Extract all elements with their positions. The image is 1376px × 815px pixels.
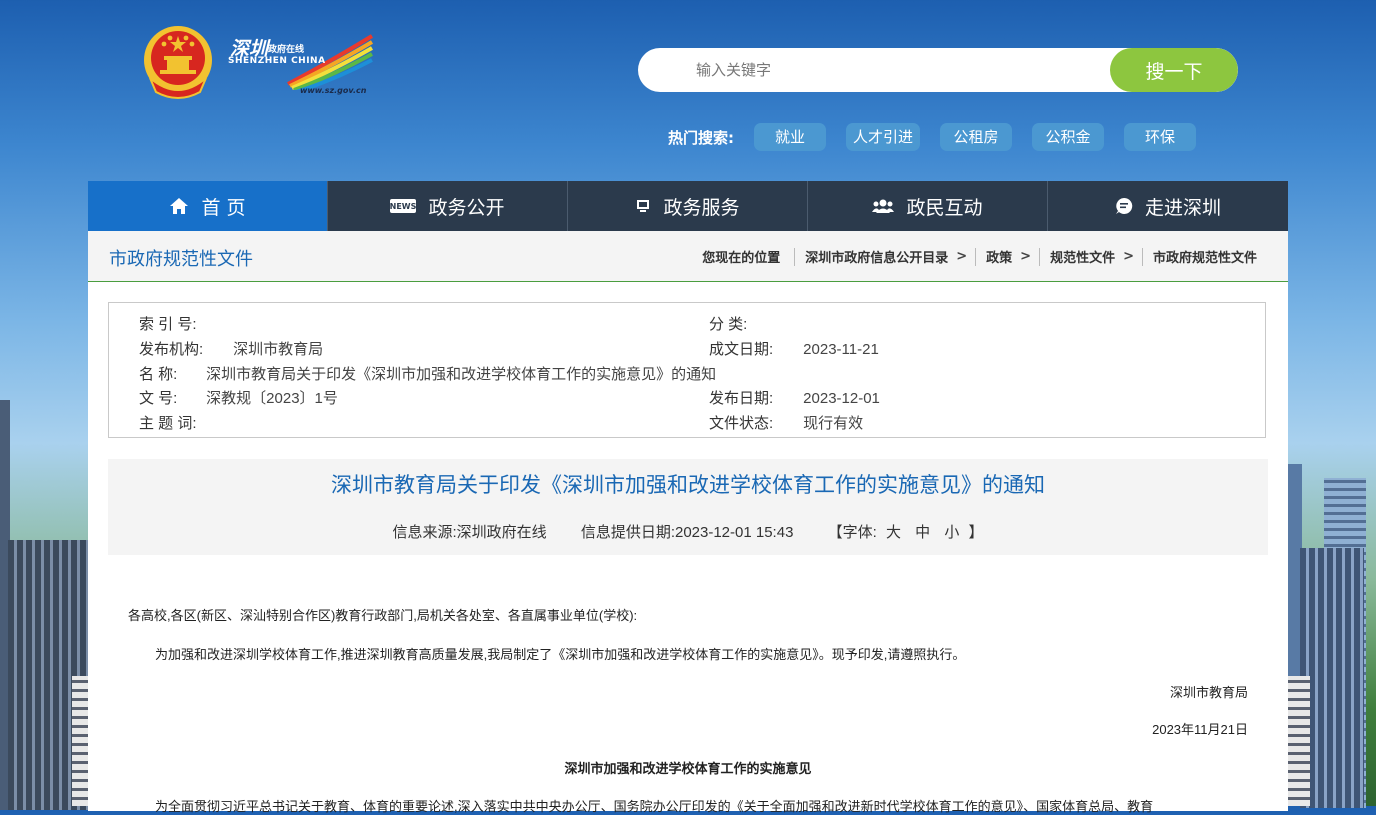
meta-value: 深圳市教育局 <box>233 341 324 358</box>
document-info: 信息来源:深圳政府在线 信息提供日期:2023-12-01 15:43 【字体:… <box>108 521 1268 542</box>
meta-label: 分 类: <box>709 316 748 333</box>
meta-row-subject: 主 题 词: <box>139 412 201 433</box>
meta-label: 成文日期: <box>709 341 774 358</box>
hot-tag-jobs[interactable]: 就业 <box>754 123 826 151</box>
nav-citizen-interaction[interactable]: 政民互动 <box>808 181 1048 231</box>
breadcrumb-separator: > <box>956 249 968 264</box>
breadcrumb-bar: 市政府规范性文件 您现在的位置 深圳市政府信息公开目录 > 政策 > 规范性文件… <box>88 231 1288 282</box>
content-page: 市政府规范性文件 您现在的位置 深圳市政府信息公开目录 > 政策 > 规范性文件… <box>88 231 1288 814</box>
nav-gov-affairs-open-label: 政务公开 <box>428 196 505 219</box>
shenzhen-gov-logo[interactable]: 深圳 政府在线 SHENZHEN CHINA www.sz.gov.cn <box>226 30 376 98</box>
meta-row-status: 文件状态: 现行有效 <box>709 412 863 433</box>
nav-gov-services[interactable]: 政务服务 <box>568 181 808 231</box>
breadcrumb: 您现在的位置 深圳市政府信息公开目录 > 政策 > 规范性文件 > 市政府规范性… <box>702 247 1257 266</box>
meta-value: 2023-11-21 <box>803 341 879 358</box>
background-building <box>1288 676 1310 806</box>
search-box: 搜一下 <box>638 48 1238 92</box>
main-nav: 首 页 NEWS 政务公开 政务服务 政民互动 走进深圳 <box>88 181 1288 231</box>
nav-about-shenzhen[interactable]: 走进深圳 <box>1048 181 1288 231</box>
sign-date: 2023年11月21日 <box>1152 722 1248 737</box>
section-title: 市政府规范性文件 <box>109 249 253 270</box>
nav-citizen-interaction-label: 政民互动 <box>906 196 983 219</box>
font-size-medium[interactable]: 中 <box>915 524 930 541</box>
divider <box>794 247 796 266</box>
svg-text:NEWS: NEWS <box>390 202 416 211</box>
divider <box>1141 247 1143 266</box>
search-input[interactable] <box>696 48 1096 92</box>
font-size-large[interactable]: 大 <box>886 524 901 541</box>
meta-label: 索 引 号: <box>139 316 197 333</box>
breadcrumb-item[interactable]: 政策 <box>986 247 1012 266</box>
hot-search-bar: 热门搜索: 就业 人才引进 公租房 公积金 环保 <box>668 122 1216 152</box>
nav-about-shenzhen-label: 走进深圳 <box>1144 196 1221 219</box>
divider <box>975 247 977 266</box>
paragraph-main: 为加强和改进深圳学校体育工作,推进深圳教育高质量发展,我局制定了《深圳市加强和改… <box>155 647 966 662</box>
users-icon <box>872 198 895 214</box>
hot-search-label: 热门搜索: <box>668 128 734 147</box>
meta-row-doc-no: 文 号: 深教规〔2023〕1号 <box>139 387 338 408</box>
hot-tag-public-housing[interactable]: 公租房 <box>940 123 1012 151</box>
nav-home[interactable]: 首 页 <box>88 181 328 231</box>
meta-row-index: 索 引 号: <box>139 313 201 334</box>
document-title: 深圳市教育局关于印发《深圳市加强和改进学校体育工作的实施意见》的通知 <box>331 474 1045 497</box>
logo-text-en: SHENZHEN CHINA <box>228 56 326 66</box>
attachment-title: 深圳市加强和改进学校体育工作的实施意见 <box>564 761 812 776</box>
font-size-small[interactable]: 小 <box>944 524 959 541</box>
home-icon <box>169 197 189 215</box>
search-button[interactable]: 搜一下 <box>1110 48 1238 92</box>
info-provided-date: 信息提供日期:2023-12-01 15:43 <box>580 524 794 541</box>
breadcrumb-separator: > <box>1123 249 1134 264</box>
meta-label: 主 题 词: <box>139 415 197 432</box>
logo-url: www.sz.gov.cn <box>300 86 367 95</box>
font-size-close: 】 <box>968 524 984 541</box>
meta-value: 现行有效 <box>803 415 864 432</box>
font-size-open: 【字体: <box>827 524 877 541</box>
meta-label: 发布机构: <box>139 341 204 358</box>
meta-row-category: 分 类: <box>709 313 752 334</box>
font-size-selector: 【字体: 大 中 小 】 <box>828 524 984 541</box>
meta-row-issuer: 发布机构: 深圳市教育局 <box>139 338 323 359</box>
info-source: 信息来源:深圳政府在线 <box>392 524 547 541</box>
meta-value: 深教规〔2023〕1号 <box>206 390 338 407</box>
meta-row-written-date: 成文日期: 2023-11-21 <box>709 338 879 359</box>
meta-label: 文 号: <box>139 390 178 407</box>
hot-tag-talent[interactable]: 人才引进 <box>846 123 920 151</box>
meta-label: 发布日期: <box>709 390 774 407</box>
breadcrumb-item[interactable]: 市政府规范性文件 <box>1153 247 1257 266</box>
nav-home-label: 首 页 <box>201 196 246 219</box>
breadcrumb-item[interactable]: 深圳市政府信息公开目录 <box>805 247 948 266</box>
chat-icon <box>1115 197 1133 215</box>
meta-row-name: 名 称: 深圳市教育局关于印发《深圳市加强和改进学校体育工作的实施意见》的通知 <box>139 363 716 384</box>
national-emblem-icon <box>140 22 216 100</box>
meta-value: 深圳市教育局关于印发《深圳市加强和改进学校体育工作的实施意见》的通知 <box>206 366 717 383</box>
monitor-icon <box>635 198 651 214</box>
location-label: 您现在的位置 <box>702 251 781 266</box>
meta-row-publish-date: 发布日期: 2023-12-01 <box>709 387 880 408</box>
paragraph-salutation: 各高校,各区(新区、深汕特别合作区)教育行政部门,局机关各处室、各直属事业单位(… <box>128 608 638 623</box>
meta-label: 文件状态: <box>709 415 774 432</box>
nav-gov-affairs-open[interactable]: NEWS 政务公开 <box>328 181 568 231</box>
news-icon: NEWS <box>390 199 417 213</box>
divider <box>1039 247 1041 266</box>
hot-tag-housing-fund[interactable]: 公积金 <box>1032 123 1104 151</box>
meta-label: 名 称: <box>139 366 178 383</box>
breadcrumb-separator: > <box>1020 249 1032 264</box>
document-header: 深圳市教育局关于印发《深圳市加强和改进学校体育工作的实施意见》的通知 信息来源:… <box>108 459 1268 555</box>
hot-tag-environment[interactable]: 环保 <box>1124 123 1196 151</box>
logo-text-cn-small: 政府在线 <box>268 45 305 55</box>
signer: 深圳市教育局 <box>1169 685 1248 700</box>
document-metadata-table: 索 引 号: 分 类: 发布机构: 深圳市教育局 成文日期: 2023-11-2… <box>108 302 1266 438</box>
nav-gov-services-label: 政务服务 <box>663 196 740 219</box>
breadcrumb-item[interactable]: 规范性文件 <box>1050 247 1115 266</box>
meta-value: 2023-12-01 <box>803 390 880 407</box>
